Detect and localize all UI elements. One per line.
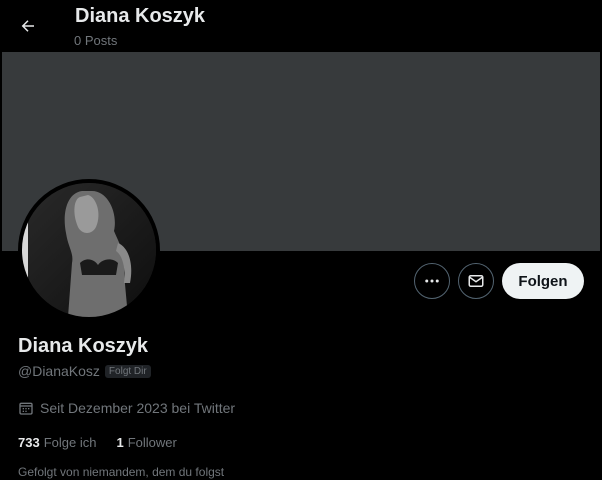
following-link[interactable]: 733 Folge ich (18, 435, 96, 450)
followers-link[interactable]: 1 Follower (116, 435, 176, 450)
arrow-left-icon (21, 20, 34, 32)
handle-row: @DianaKosz Folgt Dir (18, 363, 151, 379)
stats-row: 733 Folge ich 1 Follower (18, 435, 177, 450)
joined-row: Seit Dezember 2023 bei Twitter (18, 400, 235, 416)
followers-label: Follower (127, 435, 177, 450)
followers-count: 1 (116, 435, 124, 450)
joined-date: Seit Dezember 2023 bei Twitter (40, 400, 236, 416)
following-label: Folge ich (43, 435, 97, 450)
calendar-icon (19, 402, 33, 415)
avatar[interactable] (18, 179, 160, 321)
more-button[interactable] (414, 263, 450, 299)
post-count: 0 Posts (74, 33, 118, 48)
back-button[interactable] (12, 10, 44, 42)
message-icon (468, 275, 484, 287)
header-title: Diana Koszyk (75, 5, 206, 27)
message-button[interactable] (458, 263, 494, 299)
follow-button[interactable]: Folgen (502, 263, 584, 299)
followed-by-text: Gefolgt von niemandem, dem du folgst (18, 465, 225, 479)
handle: @DianaKosz (18, 363, 100, 379)
top-bar: Diana Koszyk 0 Posts (0, 0, 602, 52)
follows-you-badge: Folgt Dir (104, 364, 151, 378)
following-count: 733 (18, 435, 40, 450)
more-icon (425, 279, 439, 283)
display-name: Diana Koszyk (18, 335, 149, 357)
avatar-image (22, 183, 156, 317)
